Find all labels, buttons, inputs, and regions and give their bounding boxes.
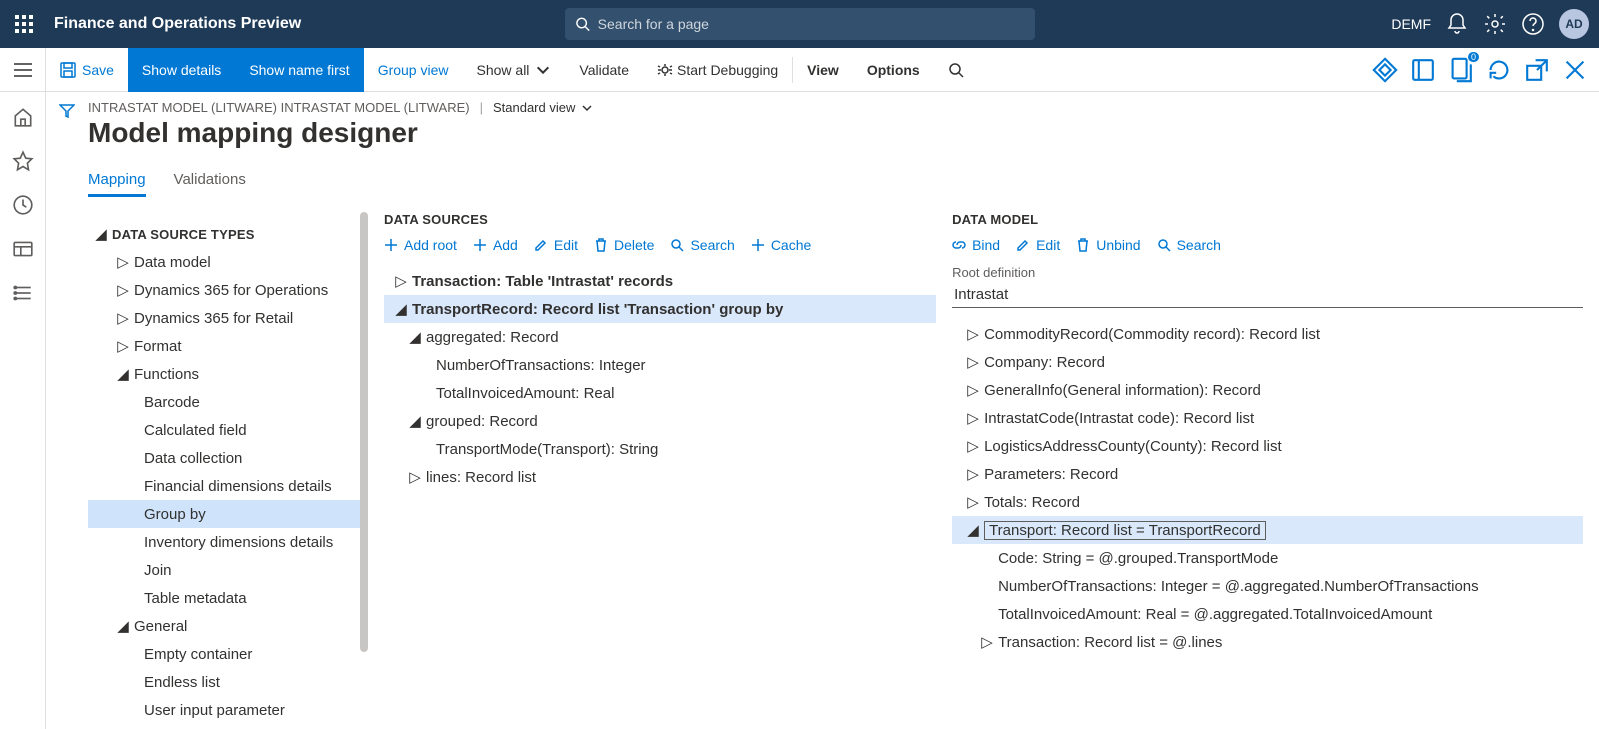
unbind-button[interactable]: Unbind bbox=[1076, 237, 1140, 253]
scrollbar[interactable] bbox=[360, 212, 368, 652]
tree-item[interactable]: Inventory dimensions details bbox=[88, 528, 368, 556]
tree-item[interactable]: Barcode bbox=[88, 388, 368, 416]
filter-pane-toggle[interactable] bbox=[46, 92, 88, 729]
recent-icon[interactable] bbox=[12, 194, 34, 216]
tree-item[interactable]: ▷Dynamics 365 for Retail bbox=[88, 304, 368, 332]
tree-item[interactable]: ◢aggregated: Record bbox=[384, 323, 936, 351]
favorites-icon[interactable] bbox=[12, 150, 34, 172]
delete-button[interactable]: Delete bbox=[594, 237, 654, 253]
filter-icon bbox=[59, 104, 75, 118]
tabs: Mapping Validations bbox=[88, 171, 1583, 198]
workspaces-icon[interactable] bbox=[12, 238, 34, 260]
cache-button[interactable]: Cache bbox=[751, 237, 811, 253]
tree-item[interactable]: ▷CommodityRecord(Commodity record): Reco… bbox=[952, 320, 1583, 348]
tree-item[interactable]: ◢General bbox=[88, 612, 368, 640]
help-icon[interactable] bbox=[1521, 12, 1545, 36]
group-view-button[interactable]: Group view bbox=[364, 48, 463, 92]
tree-item[interactable]: NumberOfTransactions: Integer = @.aggreg… bbox=[952, 572, 1583, 600]
tree-item-selected[interactable]: ◢TransportRecord: Record list 'Transacti… bbox=[384, 295, 936, 323]
tree-item[interactable]: TotalInvoicedAmount: Real bbox=[384, 379, 936, 407]
start-debugging-button[interactable]: Start Debugging bbox=[643, 48, 792, 92]
validate-button[interactable]: Validate bbox=[565, 48, 643, 92]
data-sources-panel: DATA SOURCES Add root Add Edit Delete Se… bbox=[368, 212, 936, 729]
tree-item[interactable]: User input parameter bbox=[88, 696, 368, 724]
search-input[interactable] bbox=[598, 16, 1025, 32]
edit-button[interactable]: Edit bbox=[534, 237, 578, 253]
tree-item[interactable]: Data collection bbox=[88, 444, 368, 472]
chevron-down-icon bbox=[535, 62, 551, 78]
notifications-icon[interactable] bbox=[1445, 12, 1469, 36]
actionbar: Save Show details Show name first Group … bbox=[0, 48, 1599, 92]
refresh-icon[interactable] bbox=[1485, 56, 1513, 84]
tree-item[interactable]: ▷Company: Record bbox=[952, 348, 1583, 376]
page-title: Model mapping designer bbox=[88, 117, 1583, 149]
tab-mapping[interactable]: Mapping bbox=[88, 171, 146, 197]
tree-item[interactable]: NumberOfTransactions: Integer bbox=[384, 351, 936, 379]
left-rail bbox=[0, 92, 46, 729]
edit-button[interactable]: Edit bbox=[1016, 237, 1060, 253]
add-root-button[interactable]: Add root bbox=[384, 237, 457, 253]
tree-item[interactable]: ▷Transaction: Table 'Intrastat' records bbox=[384, 267, 936, 295]
bind-button[interactable]: Bind bbox=[952, 237, 1000, 253]
tree-item[interactable]: Endless list bbox=[88, 668, 368, 696]
add-button[interactable]: Add bbox=[473, 237, 518, 253]
tree-item[interactable]: ▷Totals: Record bbox=[952, 488, 1583, 516]
tree-item[interactable]: ▷Format bbox=[88, 332, 368, 360]
close-icon[interactable] bbox=[1561, 56, 1589, 84]
show-details-button[interactable]: Show details bbox=[128, 48, 235, 92]
topbar: Finance and Operations Preview DEMF AD bbox=[0, 0, 1599, 48]
user-avatar[interactable]: AD bbox=[1559, 9, 1589, 39]
tree-item[interactable]: Table metadata bbox=[88, 584, 368, 612]
tree-item[interactable]: ▷Dynamics 365 for Operations bbox=[88, 276, 368, 304]
tree-item[interactable]: Financial dimensions details bbox=[88, 472, 368, 500]
tree-item[interactable]: Join bbox=[88, 556, 368, 584]
attachments-icon[interactable] bbox=[1371, 56, 1399, 84]
tree-item[interactable]: ◢Functions bbox=[88, 360, 368, 388]
modules-icon[interactable] bbox=[12, 282, 34, 304]
tree-item[interactable]: ▷GeneralInfo(General information): Recor… bbox=[952, 376, 1583, 404]
documents-icon[interactable]: 0 bbox=[1447, 56, 1475, 84]
root-definition-label: Root definition bbox=[952, 265, 1583, 280]
search-icon bbox=[575, 16, 590, 32]
home-icon[interactable] bbox=[12, 106, 34, 128]
app-launcher-icon[interactable] bbox=[10, 10, 38, 38]
tenant-label: DEMF bbox=[1391, 16, 1431, 32]
tree-item[interactable]: ▷IntrastatCode(Intrastat code): Record l… bbox=[952, 404, 1583, 432]
view-selector[interactable]: Standard view bbox=[493, 100, 593, 115]
tree-item[interactable]: ◢grouped: Record bbox=[384, 407, 936, 435]
tree-item[interactable]: ▷lines: Record list bbox=[384, 463, 936, 491]
tree-item[interactable]: TotalInvoicedAmount: Real = @.aggregated… bbox=[952, 600, 1583, 628]
tree-item[interactable]: ▷Parameters: Record bbox=[952, 460, 1583, 488]
tab-validations[interactable]: Validations bbox=[174, 171, 246, 197]
breadcrumb: INTRASTAT MODEL (LITWARE) INTRASTAT MODE… bbox=[88, 100, 1583, 115]
options-menu[interactable]: Options bbox=[853, 48, 934, 92]
search-button[interactable]: Search bbox=[1157, 237, 1221, 253]
actionbar-search-button[interactable] bbox=[934, 48, 978, 92]
data-source-types-panel: ◢DATA SOURCE TYPES ▷Data model ▷Dynamics… bbox=[88, 212, 368, 729]
global-search[interactable] bbox=[565, 8, 1035, 40]
settings-icon[interactable] bbox=[1483, 12, 1507, 36]
tree-item[interactable]: TransportMode(Transport): String bbox=[384, 435, 936, 463]
show-all-button[interactable]: Show all bbox=[463, 48, 566, 92]
tree-item-selected[interactable]: Group by bbox=[88, 500, 368, 528]
view-menu[interactable]: View bbox=[793, 48, 853, 92]
app-title: Finance and Operations Preview bbox=[54, 15, 301, 33]
chevron-down-icon bbox=[581, 102, 593, 114]
tree-item[interactable]: ▷LogisticsAddressCounty(County): Record … bbox=[952, 432, 1583, 460]
tree-item[interactable]: Empty container bbox=[88, 640, 368, 668]
tree-item[interactable]: Code: String = @.grouped.TransportMode bbox=[952, 544, 1583, 572]
tree-item[interactable]: ▷Transaction: Record list = @.lines bbox=[952, 628, 1583, 656]
office-icon[interactable] bbox=[1409, 56, 1437, 84]
root-definition-value[interactable]: Intrastat bbox=[952, 282, 1583, 308]
search-button[interactable]: Search bbox=[670, 237, 734, 253]
tree-item[interactable]: Calculated field bbox=[88, 416, 368, 444]
data-model-panel: || DATA MODEL Bind Edit Unbind Search Ro… bbox=[936, 212, 1583, 729]
popout-icon[interactable] bbox=[1523, 56, 1551, 84]
save-button[interactable]: Save bbox=[46, 48, 128, 92]
tree-item[interactable]: ▷Data model bbox=[88, 248, 368, 276]
tree-header[interactable]: ◢DATA SOURCE TYPES bbox=[88, 220, 368, 248]
show-name-first-button[interactable]: Show name first bbox=[235, 48, 363, 92]
tree-item-selected[interactable]: ◢Transport: Record list = TransportRecor… bbox=[952, 516, 1583, 544]
nav-toggle[interactable] bbox=[0, 48, 46, 92]
